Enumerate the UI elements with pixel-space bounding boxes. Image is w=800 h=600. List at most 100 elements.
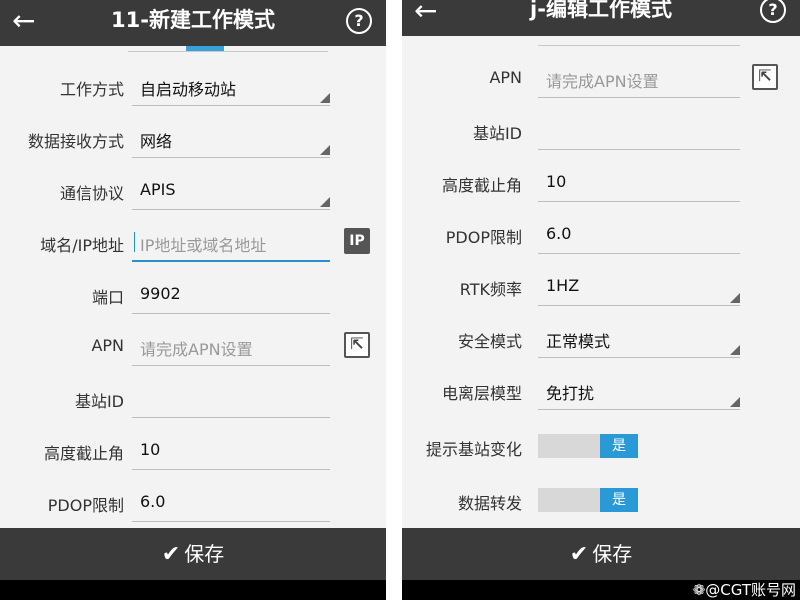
field-label: RTK频率 xyxy=(459,280,522,299)
row-pdop: PDOP限制 6.0 xyxy=(402,210,800,262)
field-label: 工作方式 xyxy=(59,80,124,99)
toggle-knob: 是 xyxy=(600,488,638,512)
cutoff-angle-input[interactable]: 10 xyxy=(538,162,740,202)
help-icon[interactable]: ? xyxy=(346,8,372,34)
pdop-input[interactable]: 6.0 xyxy=(132,482,330,522)
field-label: 高度截止角 xyxy=(43,444,124,463)
save-label: 保存 xyxy=(184,542,225,566)
field-label: PDOP限制 xyxy=(47,496,124,515)
row-cutoff-angle: 高度截止角 10 xyxy=(0,426,386,478)
field-label: 数据转发 xyxy=(457,494,522,513)
field-label: 提示基站变化 xyxy=(425,440,522,459)
field-placeholder: IP地址或域名地址 xyxy=(140,236,267,255)
save-button[interactable]: ✔ 保存 xyxy=(0,528,386,580)
field-value: 10 xyxy=(546,172,567,191)
screenshot-canvas: ← 11-新建工作模式 ? 工作方式 自启动移动站 数据接收方式 网络 通信协议 xyxy=(0,0,800,600)
row-apn: APN 请完成APN设置 ⇱ xyxy=(402,54,800,106)
toggle-knob: 是 xyxy=(600,434,638,458)
row-data-forward: 数据转发 是 xyxy=(402,476,800,528)
dropdown-triangle-icon xyxy=(730,293,740,303)
dropdown-triangle-icon xyxy=(730,397,740,407)
app-header: ← 11-新建工作模式 ? xyxy=(0,0,386,46)
safe-mode-select[interactable]: 正常模式 xyxy=(538,318,740,358)
row-pdop: PDOP限制 6.0 xyxy=(0,478,386,530)
dropdown-triangle-icon xyxy=(730,345,740,355)
field-label: 基站ID xyxy=(472,124,522,143)
check-icon: ✔ xyxy=(161,542,181,567)
phone-edit-mode: ← j-编辑工作模式 ? APN 请完成APN设置 ⇱ 基站ID 高度截止角 1… xyxy=(402,0,800,600)
field-value: 自启动移动站 xyxy=(140,80,237,99)
row-station-id: 基站ID xyxy=(0,374,386,426)
ip-button[interactable]: IP xyxy=(344,228,370,254)
rtk-frequency-select[interactable]: 1HZ xyxy=(538,266,740,306)
field-label: 通信协议 xyxy=(59,184,124,203)
dropdown-triangle-icon xyxy=(320,197,330,207)
row-data-receive: 数据接收方式 网络 xyxy=(0,114,386,166)
field-label: 高度截止角 xyxy=(441,176,522,195)
row-rtk-frequency: RTK频率 1HZ xyxy=(402,262,800,314)
station-id-input[interactable] xyxy=(538,110,740,150)
system-nav-bar xyxy=(0,580,386,600)
row-protocol: 通信协议 APIS xyxy=(0,166,386,218)
cutoff-angle-input[interactable]: 10 xyxy=(132,430,330,470)
row-port: 端口 9902 xyxy=(0,270,386,322)
station-id-input[interactable] xyxy=(132,378,330,418)
work-mode-select[interactable]: 自启动移动站 xyxy=(132,66,330,106)
field-underline xyxy=(128,51,328,52)
row-host: 域名/IP地址 IP地址或域名地址 IP xyxy=(0,218,386,270)
field-value: 10 xyxy=(140,440,161,459)
field-value: 1HZ xyxy=(546,276,580,295)
field-label: 安全模式 xyxy=(457,332,522,351)
row-work-mode: 工作方式 自启动移动站 xyxy=(0,62,386,114)
field-label: APN xyxy=(91,336,124,355)
field-label: 域名/IP地址 xyxy=(40,236,124,255)
previous-field-stub xyxy=(128,46,328,52)
protocol-select[interactable]: APIS xyxy=(132,170,330,210)
field-placeholder: 请完成APN设置 xyxy=(140,340,253,359)
page-title: 11-新建工作模式 xyxy=(111,8,275,32)
pdop-input[interactable]: 6.0 xyxy=(538,214,740,254)
field-value: 免打扰 xyxy=(546,384,595,403)
dropdown-triangle-icon xyxy=(320,93,330,103)
port-input[interactable]: 9902 xyxy=(132,274,330,314)
field-value: 6.0 xyxy=(546,224,572,243)
row-station-change-alert: 提示基站变化 是 xyxy=(402,422,800,474)
row-safe-mode: 安全模式 正常模式 xyxy=(402,314,800,366)
field-value: 6.0 xyxy=(140,492,166,511)
apn-input[interactable]: 请完成APN设置 xyxy=(132,326,330,366)
text-caret xyxy=(134,232,135,252)
save-label: 保存 xyxy=(592,542,633,566)
host-input[interactable]: IP地址或域名地址 xyxy=(132,222,330,262)
field-value: 正常模式 xyxy=(546,332,611,351)
field-label: APN xyxy=(489,68,522,87)
row-cutoff-angle: 高度截止角 10 xyxy=(402,158,800,210)
row-station-id: 基站ID xyxy=(402,106,800,158)
open-external-icon[interactable]: ⇱ xyxy=(344,332,370,358)
field-label: 电离层模型 xyxy=(441,384,522,403)
save-button[interactable]: ✔ 保存 xyxy=(402,528,800,580)
field-label: 数据接收方式 xyxy=(27,132,124,151)
station-change-alert-toggle[interactable]: 是 xyxy=(538,434,638,458)
row-ionosphere-model: 电离层模型 免打扰 xyxy=(402,366,800,418)
field-label: 基站ID xyxy=(74,392,124,411)
field-value: APIS xyxy=(140,180,176,199)
row-apn: APN 请完成APN设置 ⇱ xyxy=(0,322,386,374)
data-forward-toggle[interactable]: 是 xyxy=(538,488,638,512)
app-header: ← j-编辑工作模式 ? xyxy=(402,0,800,36)
data-receive-select[interactable]: 网络 xyxy=(132,118,330,158)
ionosphere-model-select[interactable]: 免打扰 xyxy=(538,370,740,410)
field-value: 网络 xyxy=(140,132,173,151)
field-value: 9902 xyxy=(140,284,181,303)
watermark: ❁@CGT账号网 xyxy=(692,581,796,599)
field-label: 端口 xyxy=(91,288,124,307)
check-icon: ✔ xyxy=(569,542,589,567)
phone-new-mode: ← 11-新建工作模式 ? 工作方式 自启动移动站 数据接收方式 网络 通信协议 xyxy=(0,0,386,600)
page-title: j-编辑工作模式 xyxy=(530,0,672,21)
previous-field-stub xyxy=(538,40,740,46)
dropdown-triangle-icon xyxy=(320,145,330,155)
field-placeholder: 请完成APN设置 xyxy=(546,72,659,91)
field-underline xyxy=(538,45,740,46)
field-label: PDOP限制 xyxy=(445,228,522,247)
open-external-icon[interactable]: ⇱ xyxy=(752,64,778,90)
apn-input[interactable]: 请完成APN设置 xyxy=(538,58,740,98)
